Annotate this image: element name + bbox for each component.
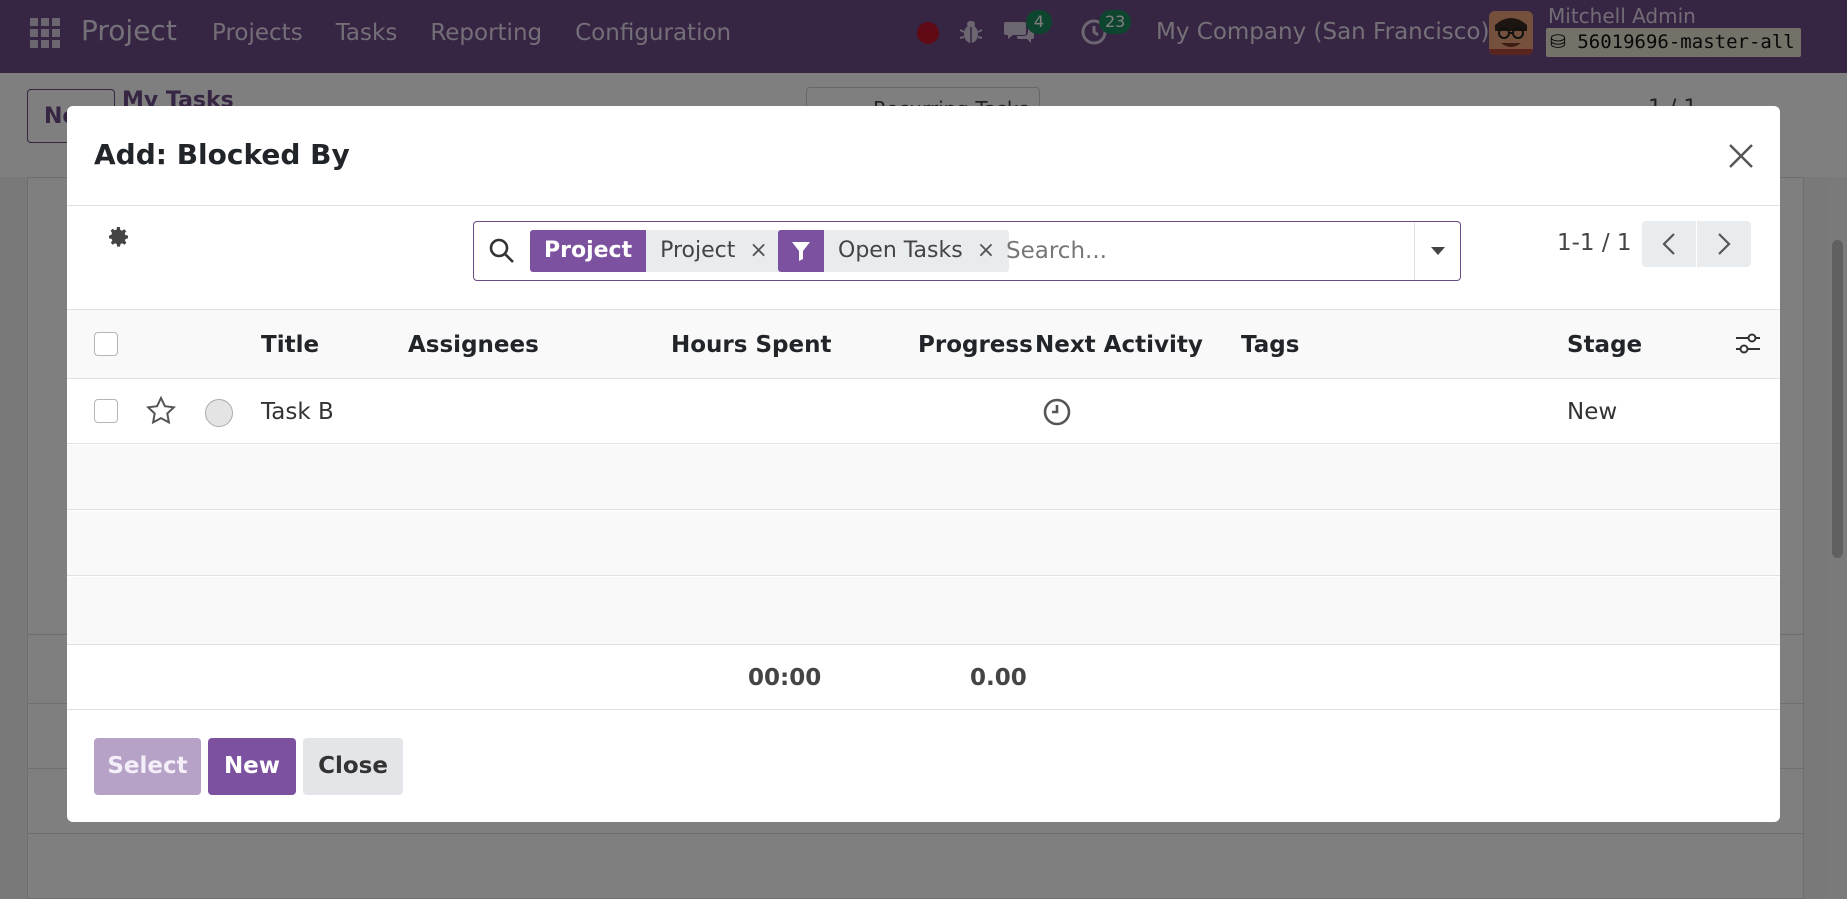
- column-header-tags[interactable]: Tags: [1241, 332, 1299, 358]
- facet-label: Project: [530, 230, 647, 272]
- pager-value[interactable]: 1-1 / 1: [1557, 230, 1632, 256]
- close-icon[interactable]: [1725, 140, 1757, 172]
- facet-value-text: Project: [660, 238, 736, 263]
- pager-next-button[interactable]: [1697, 221, 1751, 267]
- column-header-next-activity[interactable]: Next Activity: [1035, 332, 1203, 358]
- empty-row: [67, 511, 1780, 576]
- facet-value: Open Tasks ×: [824, 230, 1010, 272]
- search-bar: Project Project × Open Tasks ×: [473, 221, 1461, 281]
- gear-icon[interactable]: [107, 225, 131, 249]
- search-options-toggle[interactable]: [1414, 222, 1461, 280]
- dialog-title: Add: Blocked By: [94, 138, 350, 171]
- column-header-hours-spent[interactable]: Hours Spent: [671, 332, 831, 358]
- add-blocked-by-dialog: Add: Blocked By Project Project × Open T…: [67, 106, 1780, 822]
- empty-row: [67, 445, 1780, 510]
- search-facet-project: Project Project ×: [530, 230, 782, 272]
- column-header-title[interactable]: Title: [261, 332, 319, 358]
- facet-value: Project ×: [646, 230, 782, 272]
- chevron-right-icon: [1718, 233, 1731, 255]
- list-footer-totals: 00:00 0.00: [67, 645, 1780, 710]
- search-input[interactable]: [1006, 230, 1396, 272]
- optional-columns-icon[interactable]: [1735, 332, 1761, 356]
- row-checkbox[interactable]: [94, 399, 118, 423]
- dialog-footer: [67, 710, 1780, 822]
- column-header-progress[interactable]: Progress: [918, 332, 1033, 358]
- column-header-stage[interactable]: Stage: [1567, 332, 1642, 358]
- facet-remove-icon[interactable]: ×: [977, 230, 995, 272]
- task-state-icon[interactable]: [205, 399, 233, 427]
- total-hours-spent: 00:00: [748, 665, 822, 691]
- caret-down-icon: [1431, 247, 1445, 255]
- table-row[interactable]: Task B New: [67, 379, 1780, 444]
- facet-value-text: Open Tasks: [838, 238, 963, 263]
- facet-remove-icon[interactable]: ×: [749, 230, 767, 272]
- pager-previous-button[interactable]: [1642, 221, 1696, 267]
- select-all-checkbox[interactable]: [94, 332, 118, 356]
- filter-icon: [778, 230, 824, 272]
- search-facet-open-tasks: Open Tasks ×: [778, 230, 1010, 272]
- empty-row: [67, 577, 1780, 645]
- cell-title: Task B: [261, 399, 334, 425]
- total-progress: 0.00: [970, 665, 1027, 691]
- search-icon[interactable]: [488, 237, 516, 265]
- chevron-left-icon: [1662, 233, 1675, 255]
- clock-icon[interactable]: [1042, 397, 1072, 427]
- star-icon[interactable]: [145, 395, 177, 427]
- list-header: Title Assignees Hours Spent Progress Nex…: [67, 309, 1780, 379]
- column-header-assignees[interactable]: Assignees: [408, 332, 539, 358]
- dialog-header: Add: Blocked By: [67, 106, 1780, 206]
- cell-stage: New: [1567, 399, 1618, 425]
